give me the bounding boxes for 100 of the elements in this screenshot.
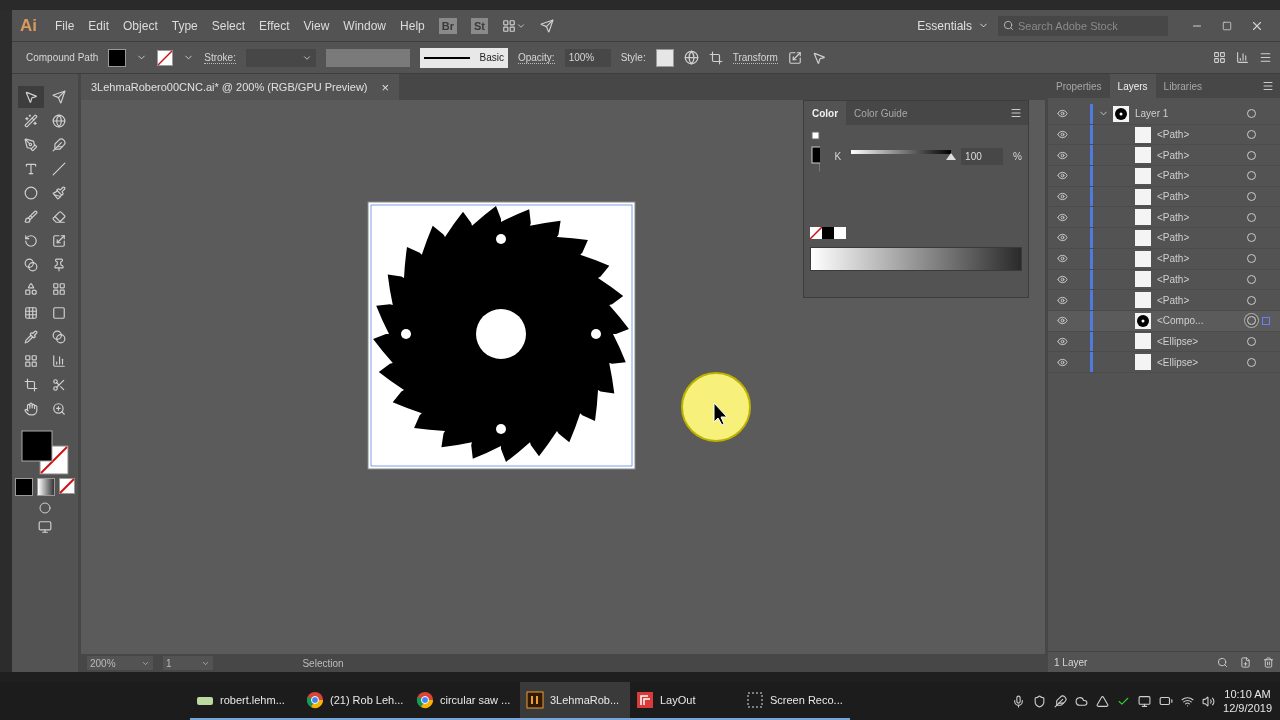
search-icon <box>1003 20 1014 31</box>
none-mode-button[interactable] <box>59 478 75 494</box>
channel-label: K <box>834 150 842 162</box>
layer-row[interactable]: <Path> <box>1048 248 1280 270</box>
gradient-mode-button[interactable] <box>37 478 55 496</box>
layer-name: <Path> <box>1157 170 1191 182</box>
layer-row[interactable]: <Path> <box>1048 145 1280 167</box>
menu-item[interactable]: Effect <box>259 18 290 33</box>
style-label: Style: <box>620 52 646 63</box>
brush-definition-field[interactable]: Basic <box>419 47 508 68</box>
layer-name: Layer 1 <box>1135 108 1170 120</box>
select-similar-icon[interactable] <box>811 50 826 65</box>
layer-row[interactable]: Layer 1 <box>1048 104 1280 125</box>
new-layer-icon[interactable] <box>1240 656 1251 668</box>
layer-name: <Ellipse> <box>1157 356 1200 368</box>
stroke-label[interactable]: Stroke: <box>204 51 236 64</box>
eraser-icon <box>52 210 66 224</box>
fill-stroke-swatches[interactable] <box>810 131 821 175</box>
search-icon[interactable] <box>1217 656 1228 668</box>
layer-row[interactable]: <Ellipse> <box>1048 352 1280 373</box>
stroke-weight-field[interactable] <box>245 48 316 67</box>
panel-tab[interactable]: Libraries <box>1155 74 1210 98</box>
layer-thumbnail <box>1135 333 1151 350</box>
magic-wand-icon <box>24 114 38 128</box>
menu-item[interactable]: Object <box>123 18 158 33</box>
style-swatch[interactable] <box>655 48 674 67</box>
layer-thumbnail <box>1135 292 1151 309</box>
opacity-label[interactable]: Opacity: <box>517 51 555 64</box>
trash-icon[interactable] <box>1263 656 1274 668</box>
layer-row[interactable]: <Path> <box>1048 186 1280 208</box>
taskbar-item[interactable]: LayOut <box>630 682 740 720</box>
variable-width-field[interactable] <box>325 48 410 67</box>
layer-row[interactable]: <Path> <box>1048 124 1280 146</box>
scale-icon <box>52 234 66 248</box>
panel-tab[interactable]: Color <box>804 101 847 125</box>
opacity-field[interactable]: 100% <box>564 48 611 67</box>
bridge-button[interactable]: Br <box>438 17 457 34</box>
layer-row[interactable]: <Path> <box>1048 290 1280 311</box>
color-ramp[interactable] <box>810 247 1022 271</box>
layer-row[interactable]: <Path> <box>1048 269 1280 291</box>
eyedropper-icon <box>24 330 38 344</box>
taskbar-item[interactable]: 3LehmaRob... <box>520 682 630 720</box>
taskbar-item[interactable]: Screen Reco... <box>740 682 850 720</box>
volume-icon[interactable] <box>1202 694 1216 708</box>
taskbar-item[interactable]: robert.lehm... <box>190 682 300 720</box>
shield-icon[interactable] <box>1033 694 1047 708</box>
search-field[interactable]: Search Adobe Stock <box>998 15 1168 36</box>
document-tab[interactable]: 3LehmaRobero00CNC.ai* @ 200% (RGB/GPU Preview) × <box>81 74 400 100</box>
triangle-icon[interactable] <box>1096 694 1110 708</box>
menu-item[interactable]: Help <box>400 18 425 33</box>
layer-thumbnail <box>1135 167 1151 184</box>
fill-stroke-swatches[interactable] <box>20 430 70 476</box>
layer-row[interactable]: <Compo... <box>1048 310 1280 332</box>
layer-name: <Path> <box>1157 191 1191 203</box>
selection-type-label: Compound Path <box>26 52 99 63</box>
slice-icon <box>52 378 66 392</box>
menu-item[interactable]: Type <box>171 18 198 33</box>
workspace-switcher[interactable]: Essentials <box>917 18 989 33</box>
menu-item[interactable]: Edit <box>88 18 110 33</box>
cloud-icon[interactable] <box>1075 694 1089 708</box>
layer-row[interactable]: <Path> <box>1048 166 1280 187</box>
arrange-documents-icon[interactable] <box>501 18 526 33</box>
selection-tool[interactable] <box>18 86 44 108</box>
menu-item[interactable]: Window <box>343 18 387 33</box>
fill-swatch[interactable] <box>108 48 127 67</box>
artboard-field[interactable]: 1 <box>163 656 213 670</box>
layer-row[interactable]: <Ellipse> <box>1048 331 1280 353</box>
menu-item[interactable]: Select <box>211 18 246 33</box>
layer-row[interactable]: <Path> <box>1048 207 1280 229</box>
taskbar-item[interactable]: (21) Rob Leh... <box>300 682 410 720</box>
battery-icon[interactable] <box>1159 694 1174 708</box>
layer-count: 1 Layer <box>1054 656 1089 668</box>
layer-row[interactable]: <Path> <box>1048 228 1280 249</box>
quick-swatches[interactable] <box>810 227 846 239</box>
no-stroke-swatch[interactable] <box>157 49 174 66</box>
k-value-field[interactable]: 100 <box>961 147 1004 165</box>
graph-icon <box>52 354 66 368</box>
menu-item[interactable]: View <box>303 18 330 33</box>
zoom-field[interactable]: 200% <box>87 656 153 670</box>
menu-item[interactable]: File <box>55 18 75 33</box>
stock-button[interactable]: St <box>470 17 488 34</box>
layer-thumbnail <box>1135 126 1151 143</box>
screen-mode-icon[interactable] <box>38 520 52 534</box>
globe-icon[interactable] <box>683 50 699 65</box>
menu-icon[interactable] <box>1259 51 1272 64</box>
panel-tab[interactable]: Layers <box>1109 74 1156 98</box>
layer-name: <Path> <box>1157 149 1191 161</box>
color-mode-button[interactable] <box>15 478 33 496</box>
panel-tab[interactable]: Color Guide <box>846 101 916 125</box>
panel-tab[interactable]: Properties <box>1048 74 1110 98</box>
layer-thumbnail <box>1135 209 1151 226</box>
layer-thumbnail <box>1135 354 1151 371</box>
microphone-icon[interactable] <box>1012 694 1026 708</box>
layer-name: <Ellipse> <box>1157 335 1200 347</box>
monitor-icon[interactable] <box>1138 694 1152 708</box>
feather-icon[interactable] <box>1054 694 1068 708</box>
wifi-icon[interactable] <box>1181 694 1195 708</box>
clock[interactable]: 10:10 AM 12/9/2019 <box>1223 687 1272 715</box>
transform-link[interactable]: Transform <box>732 51 778 64</box>
cursor-highlight-icon <box>679 370 753 444</box>
